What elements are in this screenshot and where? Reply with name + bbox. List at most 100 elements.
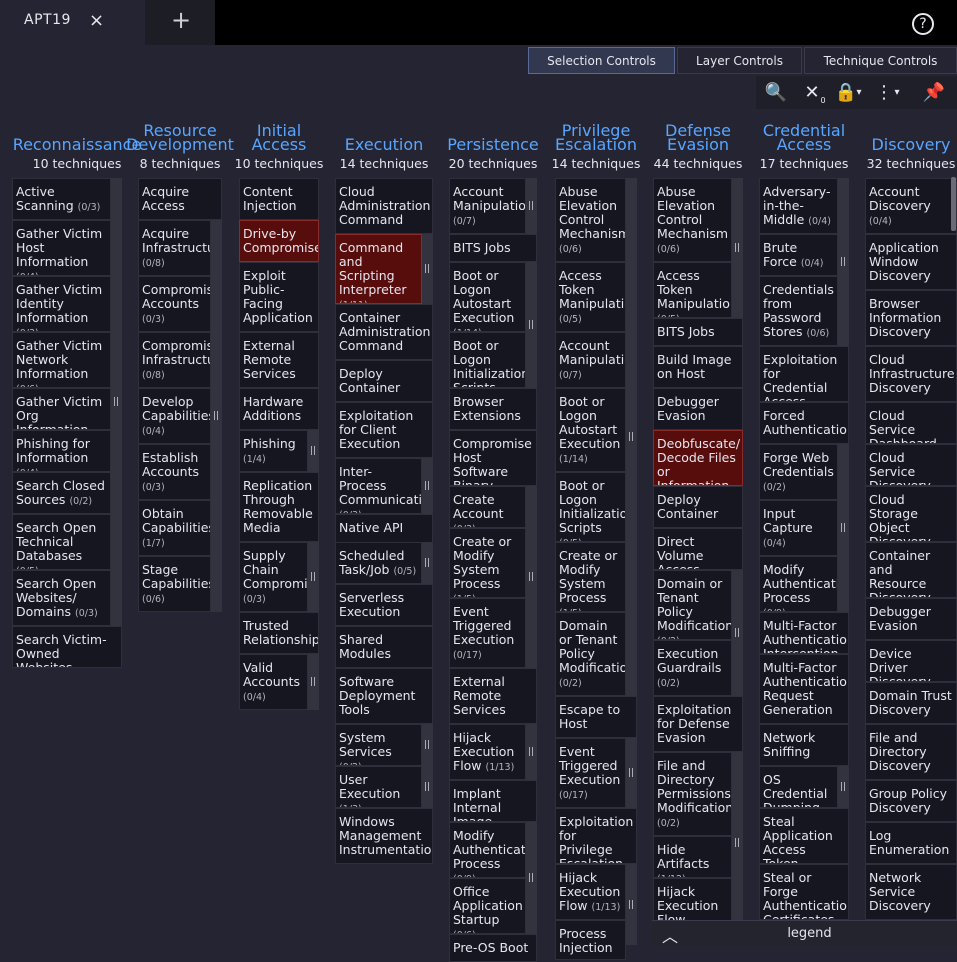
technique-cell[interactable]: Application Window Discovery [865, 234, 957, 290]
subtechnique-toggle[interactable]: || [308, 430, 319, 472]
technique-cell[interactable]: Cloud Infrastructure Discovery [865, 346, 957, 402]
tab-apt19[interactable]: APT19 × [0, 0, 145, 45]
technique-cell[interactable]: Hide Artifacts (1/12) [653, 836, 732, 878]
technique-cell[interactable]: Abuse Elevation Control Mechanism (0/6) [555, 178, 626, 262]
technique-cell[interactable]: Forge Web Credentials (0/2) [759, 444, 838, 500]
technique-cell[interactable]: Inter-Process Communication (0/3) [335, 458, 422, 514]
technique-cell[interactable]: Event Triggered Execution (0/17) [555, 738, 626, 808]
technique-cell[interactable]: System Services (0/2) [335, 724, 422, 766]
technique-cell[interactable]: BITS Jobs [449, 234, 537, 262]
subtechnique-toggle[interactable]: || [111, 178, 122, 626]
technique-cell[interactable]: Obtain Capabilities (1/7) [138, 500, 211, 556]
technique-cell[interactable]: Process Injection [555, 920, 626, 960]
technique-cell[interactable]: Acquire Infrastructure (0/8) [138, 220, 211, 276]
technique-cell[interactable]: Boot or Logon Initialization Scripts (0/… [449, 332, 526, 388]
technique-cell[interactable]: Log Enumeration [865, 822, 957, 864]
technique-cell[interactable]: Pre-OS Boot [449, 934, 537, 962]
technique-cell[interactable]: Container Administration Command [335, 304, 433, 360]
technique-cell[interactable]: Software Deployment Tools [335, 668, 433, 724]
subtechnique-toggle[interactable]: || [422, 724, 433, 766]
technique-cell[interactable]: Create Account (0/3) [449, 486, 526, 528]
technique-cell[interactable]: Escape to Host [555, 696, 637, 738]
technique-cell[interactable]: Debugger Evasion [865, 598, 957, 640]
technique-cell[interactable]: Account Manipulation (0/7) [449, 178, 526, 234]
subtechnique-toggle[interactable]: || [211, 220, 222, 612]
subtechnique-toggle[interactable]: || [308, 654, 319, 710]
subtechnique-toggle[interactable]: || [308, 542, 319, 612]
technique-cell[interactable]: External Remote Services [449, 668, 537, 724]
technique-controls-button[interactable]: Technique Controls [804, 47, 957, 74]
technique-cell[interactable]: Domain or Tenant Policy Modification (0/… [555, 612, 626, 696]
pin-icon[interactable]: 📌 [920, 76, 948, 109]
subtechnique-toggle[interactable]: || [626, 738, 637, 808]
technique-cell[interactable]: Exploitation for Defense Evasion [653, 696, 743, 752]
subtechnique-toggle[interactable]: || [838, 178, 849, 346]
technique-cell[interactable]: Modify Authentication Process (0/9) [759, 556, 838, 612]
selection-controls-button[interactable]: Selection Controls [528, 47, 675, 74]
technique-cell[interactable]: Drive-by Compromise [239, 220, 319, 262]
technique-cell[interactable]: Windows Management Instrumentation [335, 808, 433, 864]
technique-cell[interactable]: File and Directory Permissions Modificat… [653, 752, 732, 836]
technique-cell[interactable]: Abuse Elevation Control Mechanism (0/6) [653, 178, 732, 262]
technique-cell[interactable]: Develop Capabilities (0/4) [138, 388, 211, 444]
layer-controls-button[interactable]: Layer Controls [677, 47, 802, 74]
technique-cell[interactable]: Container and Resource Discovery [865, 542, 957, 598]
technique-cell[interactable]: Office Application Startup (0/6) [449, 878, 526, 934]
technique-cell[interactable]: Hijack Execution Flow (1/13) [555, 864, 626, 920]
technique-cell[interactable]: Create or Modify System Process (1/5) [555, 542, 626, 612]
technique-cell[interactable]: Gather Victim Identity Information (0/3) [12, 276, 111, 332]
subtechnique-toggle[interactable]: || [526, 262, 537, 388]
technique-cell[interactable]: OS Credential Dumping (0/8) [759, 766, 838, 808]
lock-caret-icon[interactable]: ▾ [854, 76, 864, 109]
technique-cell[interactable]: Content Injection [239, 178, 319, 220]
technique-cell[interactable]: Boot or Logon Autostart Execution (1/14) [555, 388, 626, 472]
technique-cell[interactable]: Network Sniffing [759, 724, 849, 766]
technique-cell[interactable]: Account Manipulation (0/7) [555, 332, 626, 388]
technique-cell[interactable]: Credentials from Password Stores (0/6) [759, 276, 838, 346]
technique-cell[interactable]: Multi-Factor Authentication Interception [759, 612, 849, 654]
technique-cell[interactable]: Phishing (1/4) [239, 430, 308, 472]
technique-cell[interactable]: Establish Accounts (0/3) [138, 444, 211, 500]
subtechnique-toggle[interactable]: || [422, 542, 433, 584]
technique-cell[interactable]: Exploitation for Credential Access [759, 346, 849, 402]
technique-cell[interactable]: Cloud Storage Object Discovery [865, 486, 957, 542]
technique-cell[interactable]: Boot or Logon Initialization Scripts (0/… [555, 472, 626, 542]
technique-cell[interactable]: Input Capture (0/4) [759, 500, 838, 556]
technique-cell[interactable]: Build Image on Host [653, 346, 743, 388]
tactic-name-8-0[interactable]: Discovery [831, 137, 957, 153]
technique-cell[interactable]: Group Policy Discovery [865, 780, 957, 822]
technique-cell[interactable]: Search Open Websites/ Domains (0/3) [12, 570, 111, 626]
technique-cell[interactable]: Trusted Relationship [239, 612, 319, 654]
subtechnique-toggle[interactable]: || [626, 178, 637, 696]
technique-cell[interactable]: Acquire Access [138, 178, 222, 220]
subtechnique-toggle[interactable]: || [526, 724, 537, 780]
help-icon[interactable]: ? [912, 13, 934, 35]
technique-cell[interactable]: Active Scanning (0/3) [12, 178, 111, 220]
technique-cell[interactable]: Network Service Discovery [865, 864, 957, 920]
technique-cell[interactable]: Create or Modify System Process (1/5) [449, 528, 526, 598]
technique-cell[interactable]: Compromise Host Software Binary [449, 430, 537, 486]
technique-cell[interactable]: Search Closed Sources (0/2) [12, 472, 111, 514]
legend-bar[interactable]: ︿ legend [652, 920, 957, 946]
technique-cell[interactable]: Command and Scripting Interpreter (1/11) [335, 234, 422, 304]
subtechnique-toggle[interactable]: || [526, 486, 537, 668]
technique-cell[interactable]: File and Directory Discovery [865, 724, 957, 780]
technique-cell[interactable]: External Remote Services [239, 332, 319, 388]
subtechnique-toggle[interactable]: || [422, 458, 433, 514]
technique-cell[interactable]: Compromise Accounts (0/3) [138, 276, 211, 332]
horizontal-scrollbar[interactable] [951, 177, 956, 231]
technique-cell[interactable]: Account Discovery (0/4) [865, 178, 957, 234]
close-tab-icon[interactable]: × [89, 10, 104, 31]
more-options-icon[interactable]: ⋮ [874, 76, 894, 109]
technique-cell[interactable]: Serverless Execution [335, 584, 433, 626]
technique-cell[interactable]: Browser Extensions [449, 388, 537, 430]
subtechnique-toggle[interactable]: || [838, 766, 849, 808]
technique-cell[interactable]: Exploitation for Privilege Escalation [555, 808, 637, 864]
technique-cell[interactable]: BITS Jobs [653, 318, 743, 346]
technique-cell[interactable]: Domain or Tenant Policy Modification (0/… [653, 570, 732, 640]
technique-cell[interactable]: Phishing for Information (0/4) [12, 430, 111, 472]
technique-cell[interactable]: Forced Authentication [759, 402, 849, 444]
technique-cell[interactable]: Deobfuscate/ Decode Files or Information [653, 430, 743, 486]
technique-cell[interactable]: Steal or Forge Authentication Certificat… [759, 864, 849, 920]
technique-cell[interactable]: Search Victim-Owned Websites [12, 626, 122, 668]
